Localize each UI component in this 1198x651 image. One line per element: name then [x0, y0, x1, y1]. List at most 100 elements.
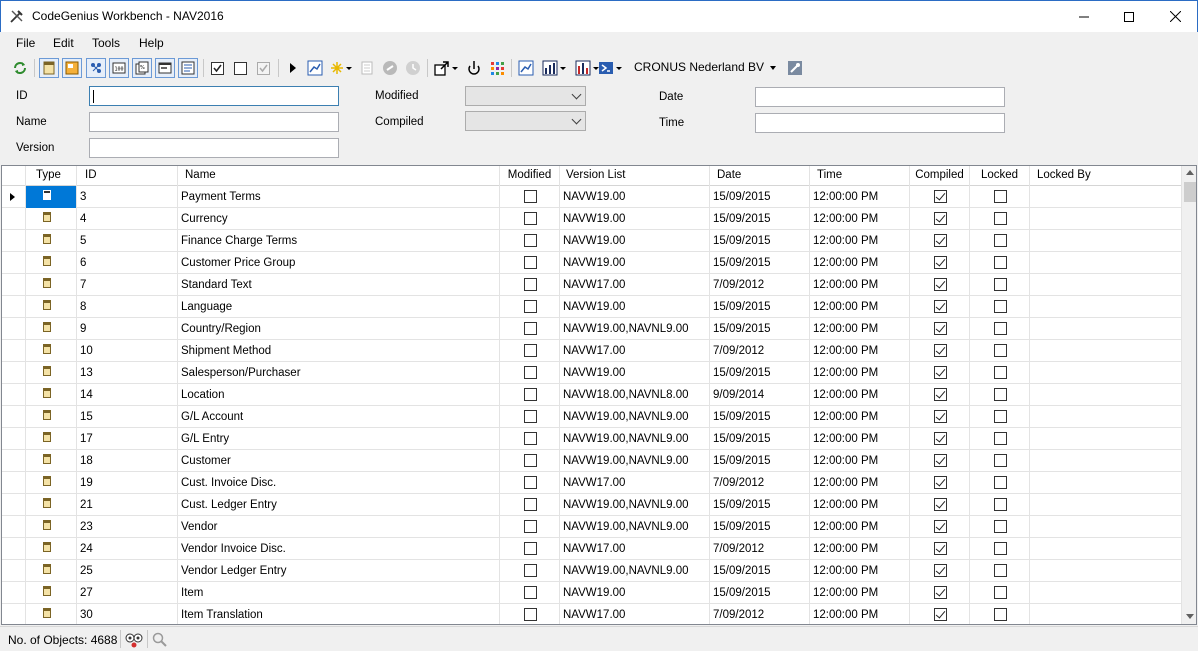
- header-locked[interactable]: Locked: [970, 166, 1030, 186]
- cell-name[interactable]: Vendor: [178, 516, 500, 538]
- compiled-checkbox[interactable]: [933, 542, 947, 555]
- header-version-list[interactable]: Version List: [560, 166, 710, 186]
- cell-type[interactable]: [26, 604, 77, 624]
- table-row[interactable]: 14 Location NAVW18.00,NAVNL8.00 9/09/2014 12…: [2, 384, 1182, 406]
- cell-name[interactable]: Vendor Invoice Disc.: [178, 538, 500, 560]
- cell-locked[interactable]: [970, 318, 1030, 340]
- cell-type[interactable]: [26, 362, 77, 384]
- table-row[interactable]: 3 Payment Terms NAVW19.00 15/09/2015 12:00:0…: [2, 186, 1182, 208]
- maximize-button[interactable]: [1106, 1, 1152, 32]
- table-row[interactable]: 30 Item Translation NAVW17.00 7/09/2012 12:0…: [2, 604, 1182, 624]
- filter-xmlports-button[interactable]: %: [132, 58, 152, 78]
- close-button[interactable]: [1152, 1, 1198, 32]
- cell-name[interactable]: Language: [178, 296, 500, 318]
- cell-locked[interactable]: [970, 428, 1030, 450]
- cell-name[interactable]: Shipment Method: [178, 340, 500, 362]
- compare-icon[interactable]: [125, 632, 143, 648]
- scroll-thumb[interactable]: [1184, 182, 1196, 202]
- time-filter-input[interactable]: [755, 113, 1005, 133]
- cell-time[interactable]: 12:00:00 PM: [810, 582, 910, 604]
- cell-name[interactable]: Cust. Ledger Entry: [178, 494, 500, 516]
- table-row[interactable]: 18 Customer NAVW19.00,NAVNL9.00 15/09/2015 1…: [2, 450, 1182, 472]
- cell-compiled[interactable]: [910, 472, 970, 494]
- filter-pages-button[interactable]: [62, 58, 82, 78]
- row-selector[interactable]: [2, 516, 26, 538]
- row-selector[interactable]: [2, 186, 26, 208]
- minimize-button[interactable]: [1061, 1, 1107, 32]
- cell-locked[interactable]: [970, 560, 1030, 582]
- locked-checkbox[interactable]: [993, 388, 1007, 401]
- locked-checkbox[interactable]: [993, 190, 1007, 203]
- filter-tables-button[interactable]: [39, 58, 59, 78]
- cell-type[interactable]: [26, 406, 77, 428]
- cell-locked[interactable]: [970, 208, 1030, 230]
- locked-checkbox[interactable]: [993, 256, 1007, 269]
- cell-id[interactable]: 25: [77, 560, 178, 582]
- table-row[interactable]: 9 Country/Region NAVW19.00,NAVNL9.00 15/09/…: [2, 318, 1182, 340]
- cell-modified[interactable]: [500, 516, 560, 538]
- cell-locked[interactable]: [970, 340, 1030, 362]
- cell-locked-by[interactable]: [1030, 406, 1182, 428]
- cell-compiled[interactable]: [910, 604, 970, 624]
- modified-checkbox[interactable]: [523, 432, 537, 445]
- row-selector[interactable]: [2, 450, 26, 472]
- row-selector[interactable]: [2, 362, 26, 384]
- locked-checkbox[interactable]: [993, 212, 1007, 225]
- cell-locked-by[interactable]: [1030, 494, 1182, 516]
- cell-version[interactable]: NAVW19.00: [560, 362, 710, 384]
- cell-modified[interactable]: [500, 252, 560, 274]
- cell-locked[interactable]: [970, 450, 1030, 472]
- modified-checkbox[interactable]: [523, 256, 537, 269]
- cell-locked-by[interactable]: [1030, 274, 1182, 296]
- modified-checkbox[interactable]: [523, 190, 537, 203]
- cell-type[interactable]: [26, 538, 77, 560]
- cell-name[interactable]: Vendor Ledger Entry: [178, 560, 500, 582]
- table-row[interactable]: 27 Item NAVW19.00 15/09/2015 12:00:00 PM: [2, 582, 1182, 604]
- cell-time[interactable]: 12:00:00 PM: [810, 494, 910, 516]
- compiled-checkbox[interactable]: [933, 476, 947, 489]
- cell-id[interactable]: 19: [77, 472, 178, 494]
- cell-date[interactable]: 15/09/2015: [710, 516, 810, 538]
- cell-locked-by[interactable]: [1030, 296, 1182, 318]
- cell-locked-by[interactable]: [1030, 582, 1182, 604]
- cell-id[interactable]: 7: [77, 274, 178, 296]
- table-row[interactable]: 21 Cust. Ledger Entry NAVW19.00,NAVNL9.00 1…: [2, 494, 1182, 516]
- compiled-checkbox[interactable]: [933, 388, 947, 401]
- modified-checkbox[interactable]: [523, 454, 537, 467]
- modified-checkbox[interactable]: [523, 300, 537, 313]
- modified-checkbox[interactable]: [523, 344, 537, 357]
- cell-type[interactable]: [26, 494, 77, 516]
- cell-name[interactable]: G/L Entry: [178, 428, 500, 450]
- cell-locked[interactable]: [970, 362, 1030, 384]
- row-selector[interactable]: [2, 274, 26, 296]
- cell-locked[interactable]: [970, 494, 1030, 516]
- cell-type[interactable]: [26, 428, 77, 450]
- cell-version[interactable]: NAVW17.00: [560, 472, 710, 494]
- cell-modified[interactable]: [500, 406, 560, 428]
- cell-version[interactable]: NAVW19.00,NAVNL9.00: [560, 450, 710, 472]
- cell-date[interactable]: 15/09/2015: [710, 450, 810, 472]
- cell-id[interactable]: 6: [77, 252, 178, 274]
- row-selector[interactable]: [2, 494, 26, 516]
- table-row[interactable]: 4 Currency NAVW19.00 15/09/2015 12:00:00 PM: [2, 208, 1182, 230]
- cell-name[interactable]: Payment Terms: [178, 186, 500, 208]
- cell-version[interactable]: NAVW19.00: [560, 296, 710, 318]
- menu-help[interactable]: Help: [139, 36, 164, 50]
- locked-checkbox[interactable]: [993, 410, 1007, 423]
- cell-type[interactable]: [26, 318, 77, 340]
- cell-modified[interactable]: [500, 274, 560, 296]
- cell-modified[interactable]: [500, 472, 560, 494]
- cell-locked[interactable]: [970, 472, 1030, 494]
- cell-time[interactable]: 12:00:00 PM: [810, 340, 910, 362]
- cell-locked[interactable]: [970, 384, 1030, 406]
- locked-checkbox[interactable]: [993, 586, 1007, 599]
- compiled-checkbox[interactable]: [933, 190, 947, 203]
- row-selector[interactable]: [2, 560, 26, 582]
- compiled-checkbox[interactable]: [933, 410, 947, 423]
- compiled-checkbox[interactable]: [933, 322, 947, 335]
- menu-tools[interactable]: Tools: [92, 36, 120, 50]
- locked-checkbox[interactable]: [993, 564, 1007, 577]
- cell-time[interactable]: 12:00:00 PM: [810, 560, 910, 582]
- cell-modified[interactable]: [500, 362, 560, 384]
- cell-name[interactable]: Cust. Invoice Disc.: [178, 472, 500, 494]
